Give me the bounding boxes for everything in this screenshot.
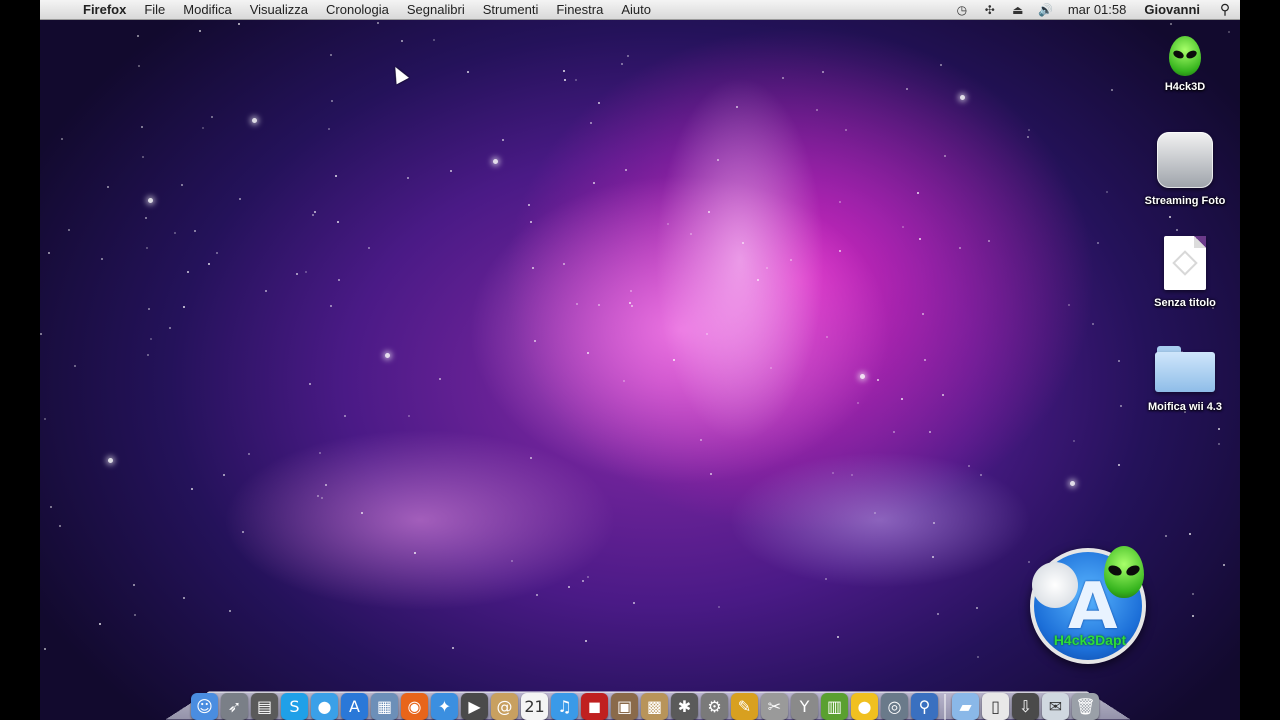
time-machine-icon[interactable]: ◷ bbox=[948, 3, 976, 17]
martini-glass-icon[interactable]: Y bbox=[791, 693, 818, 720]
desktop: Firefox File Modifica Visualizza Cronolo… bbox=[40, 0, 1240, 720]
badge-text: H4ck3Dapt bbox=[1053, 632, 1127, 648]
mail-icon[interactable]: ✉ bbox=[1042, 693, 1069, 720]
dashboard-icon[interactable]: ▤ bbox=[251, 693, 278, 720]
menu-finestra[interactable]: Finestra bbox=[547, 2, 612, 17]
cyberduck-icon[interactable]: ✎ bbox=[731, 693, 758, 720]
folder-icon bbox=[1155, 346, 1215, 392]
firefox-icon[interactable]: ◉ bbox=[401, 693, 428, 720]
trash-icon[interactable]: 🗑 bbox=[1072, 693, 1099, 720]
desktop-icon-h4ck3d[interactable]: H4ck3D bbox=[1140, 36, 1230, 94]
menu-modifica[interactable]: Modifica bbox=[174, 2, 240, 17]
eject-icon[interactable]: ⏏ bbox=[1004, 3, 1032, 17]
downloads-icon[interactable]: ⇩ bbox=[1012, 693, 1039, 720]
menu-cronologia[interactable]: Cronologia bbox=[317, 2, 398, 17]
preview-icon[interactable]: ▦ bbox=[371, 693, 398, 720]
desktop-icon-label: Streaming Foto bbox=[1144, 195, 1226, 207]
bluetooth-icon[interactable]: ✣ bbox=[976, 3, 1004, 17]
desktop-icon-senza-titolo[interactable]: Senza titolo bbox=[1140, 236, 1230, 310]
dock: ☺ ➶ ▤ S ● A ▦ ◉ ✦ ▶ @21 ♫ ◼ ▣ ▩ ✱ ⚙ ✎ ✂ Y ▥ ● ◎ ⚲ ▰ ▯ ⇩ ✉ 🗑 bbox=[180, 682, 1110, 720]
document-icon bbox=[1164, 236, 1206, 290]
system-preferences-icon[interactable]: ⚙ bbox=[701, 693, 728, 720]
itunes-icon[interactable]: ♫ bbox=[551, 693, 578, 720]
menu-clock[interactable]: mar 01:58 bbox=[1060, 2, 1135, 17]
safari-compass-icon[interactable]: ✦ bbox=[431, 693, 458, 720]
photo-booth-icon[interactable]: ◼ bbox=[581, 693, 608, 720]
disk-utility-icon[interactable]: ◎ bbox=[881, 693, 908, 720]
menu-file[interactable]: File bbox=[135, 2, 174, 17]
utility-tool-icon[interactable]: ✂ bbox=[761, 693, 788, 720]
ichat-bubble-icon[interactable]: ● bbox=[311, 693, 338, 720]
desktop-icon-streaming-foto[interactable]: Streaming Foto bbox=[1140, 132, 1230, 208]
skype-icon[interactable]: S bbox=[281, 693, 308, 720]
desktop-icon-moifica-wii[interactable]: Moifica wii 4.3 bbox=[1140, 346, 1230, 414]
desktop-icon-label: Moifica wii 4.3 bbox=[1148, 401, 1222, 413]
alien-icon bbox=[1104, 546, 1144, 598]
volume-icon[interactable]: 🔊 bbox=[1032, 3, 1060, 17]
document-stack-icon[interactable]: ▯ bbox=[982, 693, 1009, 720]
user-menu[interactable]: Giovanni bbox=[1134, 2, 1210, 17]
menu-bar: Firefox File Modifica Visualizza Cronolo… bbox=[40, 0, 1240, 20]
desktop-icon-label: H4ck3D bbox=[1164, 81, 1206, 93]
dock-separator bbox=[944, 694, 946, 720]
menu-aiuto[interactable]: Aiuto bbox=[612, 2, 660, 17]
spotlight-search-icon[interactable]: ⚲ bbox=[911, 693, 938, 720]
menu-segnalibri[interactable]: Segnalibri bbox=[398, 2, 474, 17]
h4ck3dapt-badge-logo: A H4ck3Dapt bbox=[1030, 546, 1146, 664]
facetime-camera-icon[interactable]: ▶ bbox=[461, 693, 488, 720]
menu-extras: ◷ ✣ ⏏ 🔊 mar 01:58 Giovanni ⚲ bbox=[948, 0, 1240, 20]
finder-icon[interactable]: ☺ bbox=[191, 693, 218, 720]
alien-icon bbox=[1169, 36, 1201, 76]
applications-folder-icon[interactable]: ▰ bbox=[952, 693, 979, 720]
address-book-icon[interactable]: @ bbox=[491, 693, 518, 720]
desktop-icon-label: Senza titolo bbox=[1154, 297, 1216, 309]
mouse-cursor-icon bbox=[389, 63, 409, 85]
iphoto-icon[interactable]: ▣ bbox=[611, 693, 638, 720]
calendar-icon[interactable]: 21 bbox=[521, 693, 548, 720]
menu-strumenti[interactable]: Strumenti bbox=[474, 2, 548, 17]
launchpad-rocket-icon[interactable]: ➶ bbox=[221, 693, 248, 720]
menu-app-name[interactable]: Firefox bbox=[74, 2, 135, 17]
rubber-duck-icon[interactable]: ● bbox=[851, 693, 878, 720]
photo-viewer-icon[interactable]: ▥ bbox=[821, 693, 848, 720]
gears-utility-icon[interactable]: ✱ bbox=[671, 693, 698, 720]
apple-cloud-icon bbox=[1157, 132, 1213, 188]
menu-visualizza[interactable]: Visualizza bbox=[241, 2, 317, 17]
photo-editor-icon[interactable]: ▩ bbox=[641, 693, 668, 720]
spotlight-search-icon[interactable]: ⚲ bbox=[1210, 1, 1240, 18]
app-store-icon[interactable]: A bbox=[341, 693, 368, 720]
